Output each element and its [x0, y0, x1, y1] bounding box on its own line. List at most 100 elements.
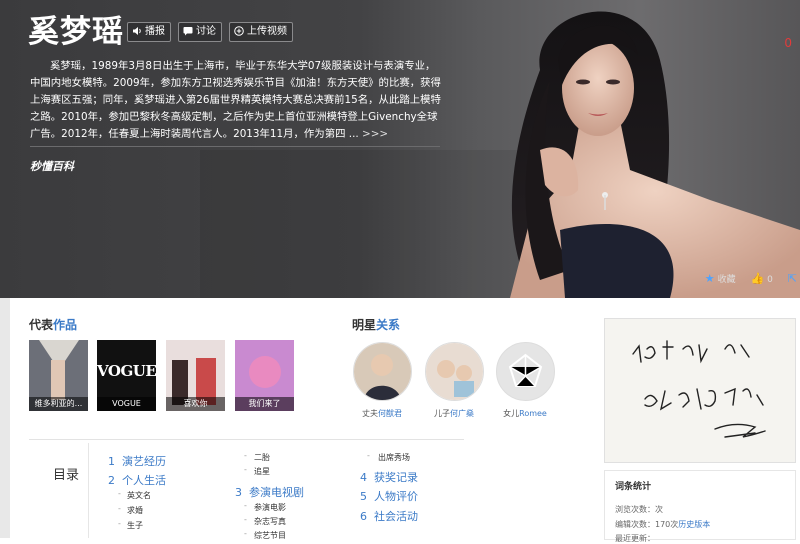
avatar	[352, 342, 412, 401]
views-line: 浏览次数：次	[615, 504, 663, 515]
relation-label: 丈夫何猷君	[352, 408, 412, 419]
toc-item-2[interactable]: 2 个人生活	[108, 472, 166, 488]
corner-count: 0	[784, 36, 792, 50]
like-count: 0	[767, 275, 773, 285]
entry-stats: 词条统计 浏览次数：次 编辑次数：170次历史版本 最近更新：	[604, 470, 796, 543]
broadcast-label: 播报	[145, 26, 165, 37]
work-caption: 喜欢你	[166, 397, 225, 411]
stats-title: 词条统计	[615, 482, 652, 492]
toc-dash: -	[118, 489, 121, 498]
toc-dash: -	[367, 451, 370, 460]
toc-num: 3	[235, 486, 242, 499]
hero-portrait	[510, 11, 800, 298]
left-gutter	[0, 298, 10, 538]
edits-value: 170次	[655, 520, 679, 529]
toc-subitem[interactable]: 二胎	[254, 452, 270, 463]
toc-subitem[interactable]: 综艺节目	[254, 530, 286, 541]
vogue-logo: VOGUE	[97, 362, 156, 380]
toc-item-6[interactable]: 6 社会活动	[360, 508, 418, 524]
toc-label: 个人生活	[122, 474, 166, 487]
works-title-highlight: 作品	[53, 318, 78, 332]
edits-line: 编辑次数：170次历史版本	[615, 519, 710, 530]
broadcast-button[interactable]: 播报	[127, 22, 171, 42]
thumbs-up-icon: 👍	[750, 272, 765, 285]
signature-card	[604, 318, 796, 463]
toc-dash: -	[118, 519, 121, 528]
toc-item-1[interactable]: 1 演艺经历	[108, 453, 166, 469]
toc-dash: -	[244, 465, 247, 474]
toc-item-4[interactable]: 4 获奖记录	[360, 469, 418, 485]
toc-subitem[interactable]: 出席秀场	[378, 452, 410, 463]
like-button[interactable]: 👍 0	[750, 272, 778, 285]
relation-label: 儿子何广燊	[424, 408, 484, 419]
toc-dash: -	[244, 529, 247, 538]
toc-subitem[interactable]: 杂志写真	[254, 516, 286, 527]
toc-dash: -	[244, 451, 247, 460]
toc-subitem[interactable]: 英文名	[127, 490, 151, 501]
discuss-label: 讨论	[196, 26, 216, 37]
last-update-label: 最近更新：	[615, 534, 655, 543]
relation-role: 儿子	[434, 409, 450, 418]
toc-item-5[interactable]: 5 人物评价	[360, 488, 418, 504]
content-area: 代表作品 维多利亚的... VOGUE VOGUE 喜欢你 我们来了 明星关系 …	[0, 298, 800, 543]
work-item-like-you[interactable]: 喜欢你	[166, 340, 225, 411]
read-more-link[interactable]: >>>	[362, 128, 388, 140]
avatar	[424, 342, 484, 401]
relation-label: 女儿Romee	[495, 408, 555, 419]
page-title: 奚梦瑶	[28, 14, 124, 50]
hero-actions: ★ 收藏 👍 0 ⇱	[705, 272, 800, 285]
relation-husband[interactable]: 丈夫何猷君	[352, 342, 412, 419]
toc-num: 4	[360, 471, 367, 484]
relation-name: 何广燊	[450, 409, 474, 418]
relations-title-highlight: 关系	[376, 318, 401, 332]
toc-num: 1	[108, 455, 115, 468]
edits-label: 编辑次数：	[615, 520, 655, 529]
star-icon: ★	[704, 272, 715, 285]
handwritten-signature	[632, 340, 766, 438]
upload-video-button[interactable]: 上传视频	[229, 22, 293, 42]
toc-divider	[29, 439, 464, 440]
work-caption: 我们来了	[235, 397, 294, 411]
toc-item-3[interactable]: 3 参演电视剧	[235, 484, 304, 500]
relations-title: 明星关系	[352, 316, 400, 333]
work-item-victoria[interactable]: 维多利亚的...	[29, 340, 88, 411]
relation-name: 何猷君	[378, 409, 402, 418]
default-avatar-icon	[508, 353, 542, 387]
toc-num: 2	[108, 474, 115, 487]
views-label: 浏览次数：	[615, 505, 655, 514]
share-icon[interactable]: ⇱	[788, 272, 797, 285]
toc-heading: 目录	[53, 468, 80, 483]
work-caption: 维多利亚的...	[29, 397, 88, 411]
toc-label: 获奖记录	[374, 471, 418, 484]
brand-logo[interactable]: 秒懂百科	[30, 158, 74, 174]
toc-num: 5	[360, 490, 367, 503]
relation-role: 丈夫	[362, 409, 378, 418]
history-link[interactable]: 历史版本	[678, 520, 710, 529]
relations-title-prefix: 明星	[352, 318, 377, 332]
work-caption: VOGUE	[97, 397, 156, 411]
toc-subitem[interactable]: 参演电影	[254, 502, 286, 513]
plus-circle-icon	[234, 26, 244, 36]
relation-role: 女儿	[503, 409, 520, 418]
toc-label: 社会活动	[374, 510, 418, 523]
hero-banner: 奚梦瑶 播报 讨论 上传视频 奚梦瑶，1989年3月8日出生于上海市，毕业于东华…	[0, 0, 800, 298]
toc-dash: -	[118, 504, 121, 513]
work-item-here-we-come[interactable]: 我们来了	[235, 340, 294, 411]
toc-subitem[interactable]: 求婚	[127, 505, 143, 516]
avatar-placeholder	[495, 342, 555, 401]
relation-name: Romee	[519, 409, 547, 418]
works-title: 代表作品	[29, 316, 77, 333]
works-title-prefix: 代表	[29, 318, 54, 332]
favorite-button[interactable]: ★ 收藏	[704, 272, 742, 285]
discuss-button[interactable]: 讨论	[178, 22, 222, 42]
toc-label: 演艺经历	[122, 455, 166, 468]
last-update-line: 最近更新：	[615, 533, 655, 544]
toc-subitem[interactable]: 生子	[127, 520, 143, 531]
toc-subitem[interactable]: 追星	[254, 466, 270, 477]
toc-num: 6	[360, 510, 367, 523]
work-item-vogue[interactable]: VOGUE VOGUE	[97, 340, 156, 411]
relation-son[interactable]: 儿子何广燊	[424, 342, 484, 419]
favorite-label: 收藏	[717, 275, 736, 285]
relation-daughter[interactable]: 女儿Romee	[495, 342, 555, 419]
chat-icon	[183, 27, 193, 36]
